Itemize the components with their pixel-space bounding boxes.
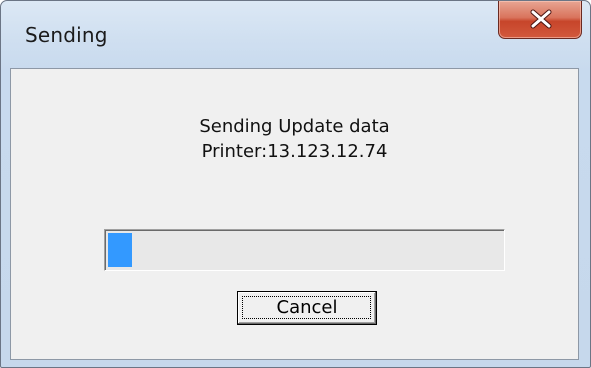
close-icon (530, 9, 552, 29)
cancel-button-label: Cancel (276, 297, 338, 318)
printer-address-line: Printer:13.123.12.74 (201, 141, 388, 162)
progress-bar-fill (108, 233, 132, 267)
progress-bar (104, 229, 505, 271)
status-message: Sending Update data Printer:13.123.12.74 (11, 114, 578, 164)
dialog-client-area: Sending Update data Printer:13.123.12.74… (10, 68, 579, 360)
window-title: Sending (25, 23, 108, 47)
sending-dialog-window: Sending Sending Update data Printer:13.1… (0, 0, 591, 368)
status-message-line-1: Sending Update data (199, 116, 390, 137)
close-button[interactable] (498, 1, 582, 39)
title-bar[interactable]: Sending (1, 1, 590, 67)
cancel-button[interactable]: Cancel (237, 291, 377, 325)
